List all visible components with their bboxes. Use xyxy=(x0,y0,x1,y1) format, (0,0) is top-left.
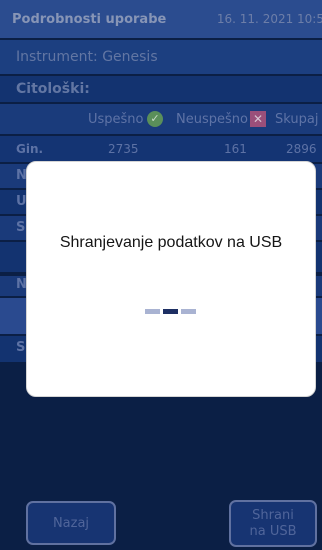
back-button[interactable]: Nazaj xyxy=(26,501,116,545)
progress-dot xyxy=(163,309,178,314)
instrument-row: Instrument: Genesis xyxy=(0,40,322,74)
save-to-usb-button[interactable]: Shrani na USB xyxy=(229,500,317,547)
progress-dot xyxy=(181,309,196,314)
progress-indicator xyxy=(145,309,196,314)
row-label: Gin. xyxy=(16,142,44,156)
success-count: 2735 xyxy=(108,142,139,156)
progress-dot xyxy=(145,309,160,314)
cytology-section-label: Citološki: xyxy=(16,81,90,97)
column-header-row: Uspešno ✓ Neuspešno ✕ Skupaj xyxy=(0,104,322,134)
row-label: U xyxy=(16,194,27,209)
x-icon: ✕ xyxy=(250,111,266,127)
instrument-label: Instrument: Genesis xyxy=(16,49,158,65)
row-label: S xyxy=(16,340,26,355)
header-bar: Podrobnosti uporabe 16. 11. 2021 10:5 xyxy=(0,0,322,38)
failed-count: 161 xyxy=(224,142,247,156)
cytology-section-row: Citološki: xyxy=(0,76,322,102)
column-total-label: Skupaj xyxy=(275,111,319,127)
column-success-label: Uspešno xyxy=(88,111,144,127)
total-count: 2896 xyxy=(286,142,317,156)
save-to-usb-label: Shrani na USB xyxy=(249,507,297,539)
check-icon: ✓ xyxy=(147,111,163,127)
table-row: Gin. 2735 161 2896 xyxy=(0,136,322,162)
column-failed-label: Neuspešno xyxy=(176,111,248,127)
row-label: S xyxy=(16,220,26,235)
saving-dialog: Shranjevanje podatkov na USB xyxy=(26,161,316,397)
page-title: Podrobnosti uporabe xyxy=(12,11,167,27)
back-button-label: Nazaj xyxy=(52,515,90,531)
dialog-message: Shranjevanje podatkov na USB xyxy=(59,234,283,251)
datetime-display: 16. 11. 2021 10:5 xyxy=(216,12,322,26)
